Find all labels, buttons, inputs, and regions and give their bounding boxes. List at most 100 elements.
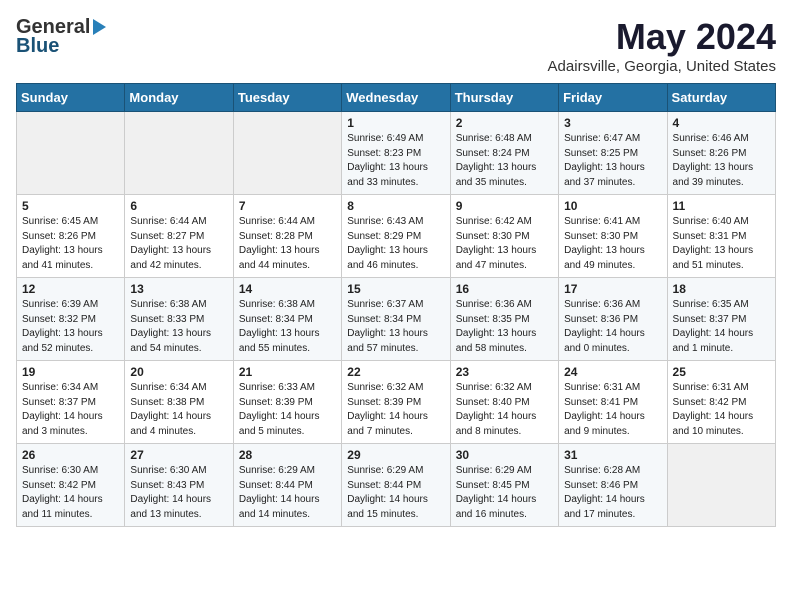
day-info-line: Daylight: 13 hours xyxy=(456,162,537,173)
day-number: 3 xyxy=(564,116,661,130)
day-info-line: Sunrise: 6:28 AM xyxy=(564,465,640,476)
day-info-line: and 49 minutes. xyxy=(564,260,635,271)
calendar-cell xyxy=(125,112,233,195)
day-info: Sunrise: 6:41 AMSunset: 8:30 PMDaylight:… xyxy=(564,215,661,273)
day-info-line: Sunset: 8:26 PM xyxy=(22,231,96,242)
location-subtitle: Adairsville, Georgia, United States xyxy=(548,58,776,75)
day-info-line: Sunset: 8:29 PM xyxy=(347,231,421,242)
day-info-line: Sunset: 8:32 PM xyxy=(22,314,96,325)
day-info-line: Daylight: 13 hours xyxy=(22,328,103,339)
calendar-cell: 13Sunrise: 6:38 AMSunset: 8:33 PMDayligh… xyxy=(125,278,233,361)
calendar-table: SundayMondayTuesdayWednesdayThursdayFrid… xyxy=(16,83,776,527)
day-info-line: and 47 minutes. xyxy=(456,260,527,271)
day-info: Sunrise: 6:30 AMSunset: 8:43 PMDaylight:… xyxy=(130,464,227,522)
day-number: 19 xyxy=(22,365,119,379)
calendar-week-row: 12Sunrise: 6:39 AMSunset: 8:32 PMDayligh… xyxy=(17,278,776,361)
day-info-line: Daylight: 13 hours xyxy=(347,162,428,173)
day-info-line: Sunset: 8:39 PM xyxy=(347,397,421,408)
day-info-line: Sunrise: 6:49 AM xyxy=(347,133,423,144)
day-info-line: Sunset: 8:27 PM xyxy=(130,231,204,242)
calendar-cell: 23Sunrise: 6:32 AMSunset: 8:40 PMDayligh… xyxy=(450,361,558,444)
day-number: 25 xyxy=(673,365,770,379)
day-info-line: and 13 minutes. xyxy=(130,509,201,520)
day-number: 29 xyxy=(347,448,444,462)
day-info: Sunrise: 6:32 AMSunset: 8:40 PMDaylight:… xyxy=(456,381,553,439)
calendar-cell: 21Sunrise: 6:33 AMSunset: 8:39 PMDayligh… xyxy=(233,361,341,444)
calendar-cell: 12Sunrise: 6:39 AMSunset: 8:32 PMDayligh… xyxy=(17,278,125,361)
day-info: Sunrise: 6:40 AMSunset: 8:31 PMDaylight:… xyxy=(673,215,770,273)
calendar-cell: 1Sunrise: 6:49 AMSunset: 8:23 PMDaylight… xyxy=(342,112,450,195)
day-info-line: Sunrise: 6:35 AM xyxy=(673,299,749,310)
day-info-line: and 0 minutes. xyxy=(564,343,630,354)
day-info-line: Sunset: 8:46 PM xyxy=(564,480,638,491)
day-info-line: Sunrise: 6:32 AM xyxy=(347,382,423,393)
day-info-line: Sunrise: 6:41 AM xyxy=(564,216,640,227)
day-info-line: and 3 minutes. xyxy=(22,426,88,437)
day-info-line: and 8 minutes. xyxy=(456,426,522,437)
day-info: Sunrise: 6:29 AMSunset: 8:45 PMDaylight:… xyxy=(456,464,553,522)
day-info-line: Sunrise: 6:44 AM xyxy=(130,216,206,227)
day-number: 13 xyxy=(130,282,227,296)
day-info-line: and 44 minutes. xyxy=(239,260,310,271)
day-info-line: Sunrise: 6:45 AM xyxy=(22,216,98,227)
calendar-cell: 10Sunrise: 6:41 AMSunset: 8:30 PMDayligh… xyxy=(559,195,667,278)
day-number: 28 xyxy=(239,448,336,462)
day-info-line: Daylight: 13 hours xyxy=(456,245,537,256)
weekday-header-wednesday: Wednesday xyxy=(342,84,450,112)
day-info-line: Daylight: 13 hours xyxy=(564,245,645,256)
day-info-line: Sunrise: 6:30 AM xyxy=(22,465,98,476)
calendar-cell: 30Sunrise: 6:29 AMSunset: 8:45 PMDayligh… xyxy=(450,444,558,527)
day-number: 20 xyxy=(130,365,227,379)
title-area: May 2024 Adairsville, Georgia, United St… xyxy=(548,16,776,75)
day-info-line: Sunrise: 6:47 AM xyxy=(564,133,640,144)
calendar-cell: 3Sunrise: 6:47 AMSunset: 8:25 PMDaylight… xyxy=(559,112,667,195)
calendar-cell: 27Sunrise: 6:30 AMSunset: 8:43 PMDayligh… xyxy=(125,444,233,527)
day-info-line: Daylight: 14 hours xyxy=(130,494,211,505)
day-info-line: Sunset: 8:40 PM xyxy=(456,397,530,408)
calendar-cell: 16Sunrise: 6:36 AMSunset: 8:35 PMDayligh… xyxy=(450,278,558,361)
calendar-cell: 5Sunrise: 6:45 AMSunset: 8:26 PMDaylight… xyxy=(17,195,125,278)
calendar-cell xyxy=(233,112,341,195)
weekday-header-friday: Friday xyxy=(559,84,667,112)
day-info-line: Sunrise: 6:29 AM xyxy=(456,465,532,476)
day-info-line: Sunrise: 6:42 AM xyxy=(456,216,532,227)
calendar-week-row: 1Sunrise: 6:49 AMSunset: 8:23 PMDaylight… xyxy=(17,112,776,195)
day-number: 18 xyxy=(673,282,770,296)
day-info: Sunrise: 6:35 AMSunset: 8:37 PMDaylight:… xyxy=(673,298,770,356)
day-info: Sunrise: 6:29 AMSunset: 8:44 PMDaylight:… xyxy=(347,464,444,522)
day-info: Sunrise: 6:34 AMSunset: 8:38 PMDaylight:… xyxy=(130,381,227,439)
day-info-line: Sunrise: 6:36 AM xyxy=(456,299,532,310)
day-info-line: Sunset: 8:38 PM xyxy=(130,397,204,408)
calendar-cell: 8Sunrise: 6:43 AMSunset: 8:29 PMDaylight… xyxy=(342,195,450,278)
day-info: Sunrise: 6:31 AMSunset: 8:41 PMDaylight:… xyxy=(564,381,661,439)
calendar-cell: 25 Sunrise: 6:31 AMSunset: 8:42 PMDayligh… xyxy=(667,361,775,444)
day-info-line: and 14 minutes. xyxy=(239,509,310,520)
calendar-cell: 28Sunrise: 6:29 AMSunset: 8:44 PMDayligh… xyxy=(233,444,341,527)
logo: General Blue xyxy=(16,16,106,58)
day-info-line: Sunrise: 6:34 AM xyxy=(22,382,98,393)
day-info-line: and 37 minutes. xyxy=(564,177,635,188)
day-info: Sunrise: 6:36 AMSunset: 8:36 PMDaylight:… xyxy=(564,298,661,356)
calendar-cell: 29 Sunrise: 6:29 AMSunset: 8:44 PMDayligh… xyxy=(342,444,450,527)
day-info-line: Daylight: 14 hours xyxy=(564,411,645,422)
day-info-line: Sunset: 8:39 PM xyxy=(239,397,313,408)
day-info: Sunrise: 6:30 AMSunset: 8:42 PMDaylight:… xyxy=(22,464,119,522)
day-info-line: Sunrise: 6:31 AM xyxy=(564,382,640,393)
day-info-line: Sunset: 8:31 PM xyxy=(673,231,747,242)
day-number: 30 xyxy=(456,448,553,462)
day-info-line: and 5 minutes. xyxy=(239,426,305,437)
day-info-line: Daylight: 14 hours xyxy=(564,494,645,505)
month-title: May 2024 xyxy=(548,16,776,58)
day-info: Sunrise: 6:44 AMSunset: 8:28 PMDaylight:… xyxy=(239,215,336,273)
day-info-line: Sunset: 8:45 PM xyxy=(456,480,530,491)
day-info-line: Daylight: 14 hours xyxy=(673,411,754,422)
day-info: Sunrise: 6:44 AMSunset: 8:27 PMDaylight:… xyxy=(130,215,227,273)
day-info: Sunrise: 6:37 AMSunset: 8:34 PMDaylight:… xyxy=(347,298,444,356)
calendar-cell: 14Sunrise: 6:38 AMSunset: 8:34 PMDayligh… xyxy=(233,278,341,361)
day-info-line: Sunrise: 6:31 AM xyxy=(673,382,749,393)
day-info-line: Sunrise: 6:38 AM xyxy=(130,299,206,310)
day-info: Sunrise: 6:46 AMSunset: 8:26 PMDaylight:… xyxy=(673,132,770,190)
day-info-line: Sunrise: 6:38 AM xyxy=(239,299,315,310)
day-info: Sunrise: 6:48 AMSunset: 8:24 PMDaylight:… xyxy=(456,132,553,190)
day-info: Sunrise: 6:31 AMSunset: 8:42 PMDaylight:… xyxy=(673,381,770,439)
